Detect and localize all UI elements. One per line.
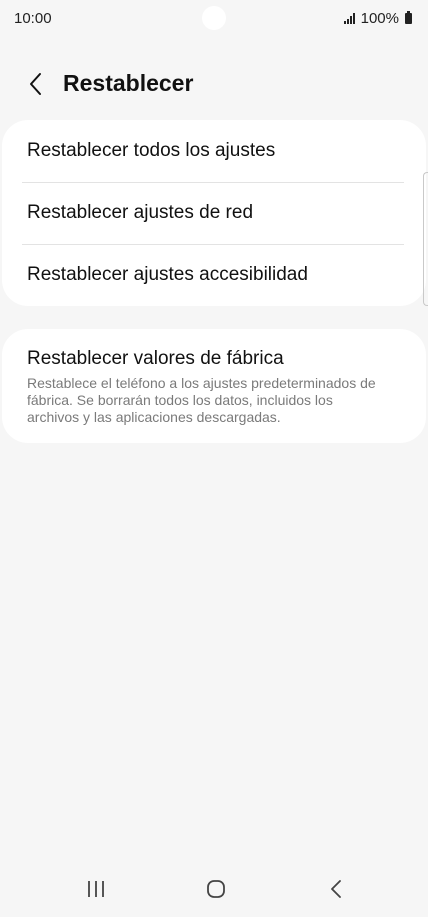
scroll-indicator[interactable]: [423, 172, 428, 306]
page-title: Restablecer: [63, 70, 194, 96]
reset-options-card: Restablecer todos los ajustes Restablece…: [2, 120, 426, 306]
reset-all-settings-label: Restablecer todos los ajustes: [27, 140, 276, 161]
status-bar: 10:00 100%: [0, 0, 428, 38]
back-button[interactable]: [20, 68, 52, 100]
screen: 10:00 100% Restablecer Restablecer todos…: [0, 0, 428, 917]
battery-icon: [405, 11, 412, 24]
back-icon: [331, 880, 341, 898]
reset-accessibility-settings-label: Restablecer ajustes accesibilidad: [27, 264, 308, 285]
header: Restablecer: [0, 60, 428, 110]
camera-cutout: [202, 6, 226, 30]
chevron-left-icon: [30, 73, 41, 95]
factory-reset-item[interactable]: Restablecer valores de fábrica Restablec…: [2, 329, 426, 426]
reset-network-settings-item[interactable]: Restablecer ajustes de red: [2, 182, 426, 244]
navigation-bar: [0, 861, 428, 917]
reset-network-settings-label: Restablecer ajustes de red: [27, 202, 254, 223]
nav-back-button[interactable]: [322, 877, 350, 901]
home-button[interactable]: [202, 877, 230, 901]
recent-apps-icon: [88, 881, 104, 897]
status-indicators: 100%: [343, 10, 412, 27]
factory-reset-card: Restablecer valores de fábrica Restablec…: [2, 329, 426, 443]
battery-percentage: 100%: [360, 10, 399, 27]
status-time: 10:00: [14, 10, 52, 27]
reset-all-settings-item[interactable]: Restablecer todos los ajustes: [2, 120, 426, 182]
signal-icon: [343, 13, 355, 24]
reset-accessibility-settings-item[interactable]: Restablecer ajustes accesibilidad: [2, 244, 426, 306]
factory-reset-title: Restablecer valores de fábrica: [27, 348, 284, 369]
recent-apps-button[interactable]: [82, 877, 110, 901]
factory-reset-description: Restablece el teléfono a los ajustes pre…: [27, 375, 376, 425]
home-icon: [207, 880, 225, 898]
